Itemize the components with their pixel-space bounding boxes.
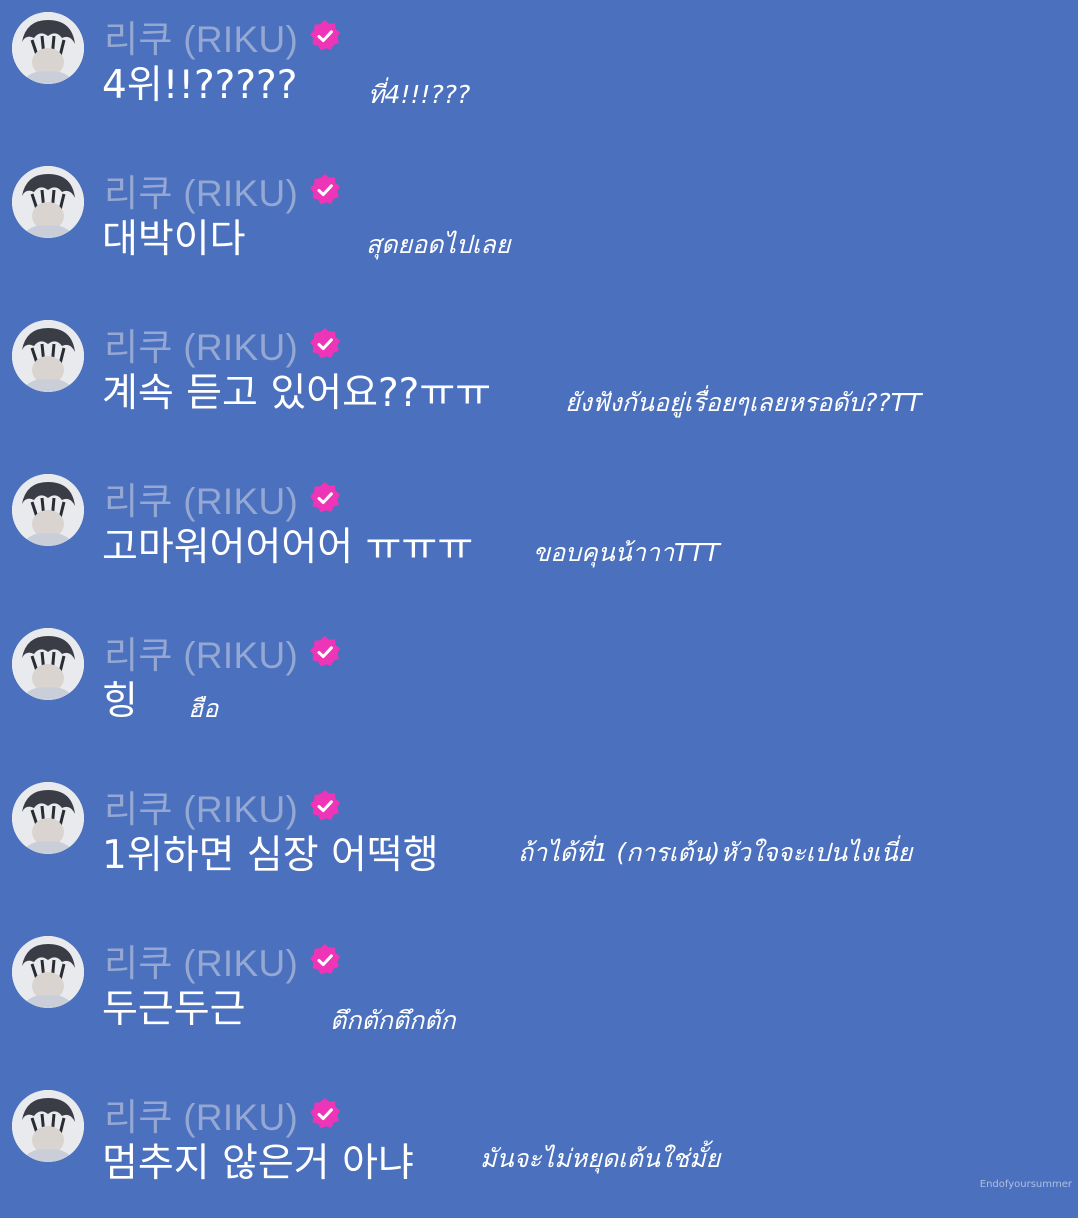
translation-text: ฮือ bbox=[188, 694, 219, 723]
username-row: 리쿠 (RIKU) bbox=[104, 474, 342, 522]
username-row: 리쿠 (RIKU) bbox=[104, 782, 342, 830]
verified-icon bbox=[310, 1098, 341, 1129]
chat-message: 리쿠 (RIKU) 두근두근 ตึกตักตึกตัก bbox=[0, 924, 1078, 1064]
avatar[interactable] bbox=[12, 474, 84, 546]
avatar[interactable] bbox=[12, 166, 84, 238]
translation-text: ยังฟังกันอยู่เรื่อยๆเลยหรอดับ??TT bbox=[565, 388, 922, 417]
avatar[interactable] bbox=[12, 12, 84, 84]
username[interactable]: 리쿠 (RIKU) bbox=[104, 933, 298, 987]
message-text: 고마워어어어어 ㅠㅠㅠ bbox=[102, 525, 474, 570]
chat-message: 리쿠 (RIKU) 고마워어어어어 ㅠㅠㅠ ขอบคุนน้าาาTTT bbox=[0, 462, 1078, 602]
avatar[interactable] bbox=[12, 1090, 84, 1162]
username[interactable]: 리쿠 (RIKU) bbox=[104, 317, 298, 371]
verified-icon bbox=[310, 790, 341, 821]
chat-message: 리쿠 (RIKU) 힝 ฮือ bbox=[0, 616, 1078, 756]
username-row: 리쿠 (RIKU) bbox=[104, 936, 342, 984]
message-text: 멈추지 않은거 아냐 bbox=[102, 1141, 414, 1186]
translation-text: ถ้าได้ที่1 (การเต้น)หัวใจจะเปนไงเนี่ย bbox=[518, 838, 913, 867]
chat-message: 리쿠 (RIKU) 1위하면 심장 어떡행 ถ้าได้ที่1 (การเต้… bbox=[0, 770, 1078, 910]
message-text: 힝 bbox=[102, 679, 138, 724]
message-text: 두근두근 bbox=[102, 987, 246, 1032]
chat-message: 리쿠 (RIKU) 4위!!????? ที่4!!!??? bbox=[0, 0, 1078, 140]
verified-icon bbox=[310, 20, 341, 51]
username[interactable]: 리쿠 (RIKU) bbox=[104, 1087, 298, 1141]
username-row: 리쿠 (RIKU) bbox=[104, 1090, 342, 1138]
verified-icon bbox=[310, 174, 341, 205]
message-text: 4위!!????? bbox=[102, 63, 298, 108]
avatar[interactable] bbox=[12, 936, 84, 1008]
avatar[interactable] bbox=[12, 628, 84, 700]
username-row: 리쿠 (RIKU) bbox=[104, 320, 342, 368]
username[interactable]: 리쿠 (RIKU) bbox=[104, 625, 298, 679]
watermark: Endofyoursummer bbox=[979, 1179, 1072, 1190]
translation-text: สุดยอดไปเลย bbox=[366, 230, 511, 259]
username[interactable]: 리쿠 (RIKU) bbox=[104, 9, 298, 63]
message-text: 계속 듣고 있어요??ㅠㅠ bbox=[102, 371, 492, 416]
verified-icon bbox=[310, 482, 341, 513]
translation-text: ที่4!!!??? bbox=[368, 80, 471, 109]
username-row: 리쿠 (RIKU) bbox=[104, 628, 342, 676]
avatar[interactable] bbox=[12, 320, 84, 392]
username-row: 리쿠 (RIKU) bbox=[104, 12, 342, 60]
translation-text: ขอบคุนน้าาาTTT bbox=[533, 538, 720, 567]
verified-icon bbox=[310, 328, 341, 359]
avatar[interactable] bbox=[12, 782, 84, 854]
verified-icon bbox=[310, 636, 341, 667]
verified-icon bbox=[310, 944, 341, 975]
username[interactable]: 리쿠 (RIKU) bbox=[104, 471, 298, 525]
message-text: 대박이다 bbox=[102, 217, 246, 262]
chat-list: 리쿠 (RIKU) 4위!!????? ที่4!!!??? 리쿠 (RIKU)… bbox=[0, 0, 1078, 1200]
username[interactable]: 리쿠 (RIKU) bbox=[104, 779, 298, 833]
chat-message: 리쿠 (RIKU) 대박이다 สุดยอดไปเลย bbox=[0, 154, 1078, 294]
translation-text: ตึกตักตึกตัก bbox=[330, 1006, 456, 1035]
username[interactable]: 리쿠 (RIKU) bbox=[104, 163, 298, 217]
chat-message: 리쿠 (RIKU) 계속 듣고 있어요??ㅠㅠ ยังฟังกันอยู่เรื… bbox=[0, 308, 1078, 448]
translation-text: มันจะไม่หยุดเต้นใช่มั้ย bbox=[480, 1144, 721, 1173]
message-text: 1위하면 심장 어떡행 bbox=[102, 833, 439, 878]
username-row: 리쿠 (RIKU) bbox=[104, 166, 342, 214]
chat-message: 리쿠 (RIKU) 멈추지 않은거 아냐 มันจะไม่หยุดเต้นใช่… bbox=[0, 1078, 1078, 1218]
